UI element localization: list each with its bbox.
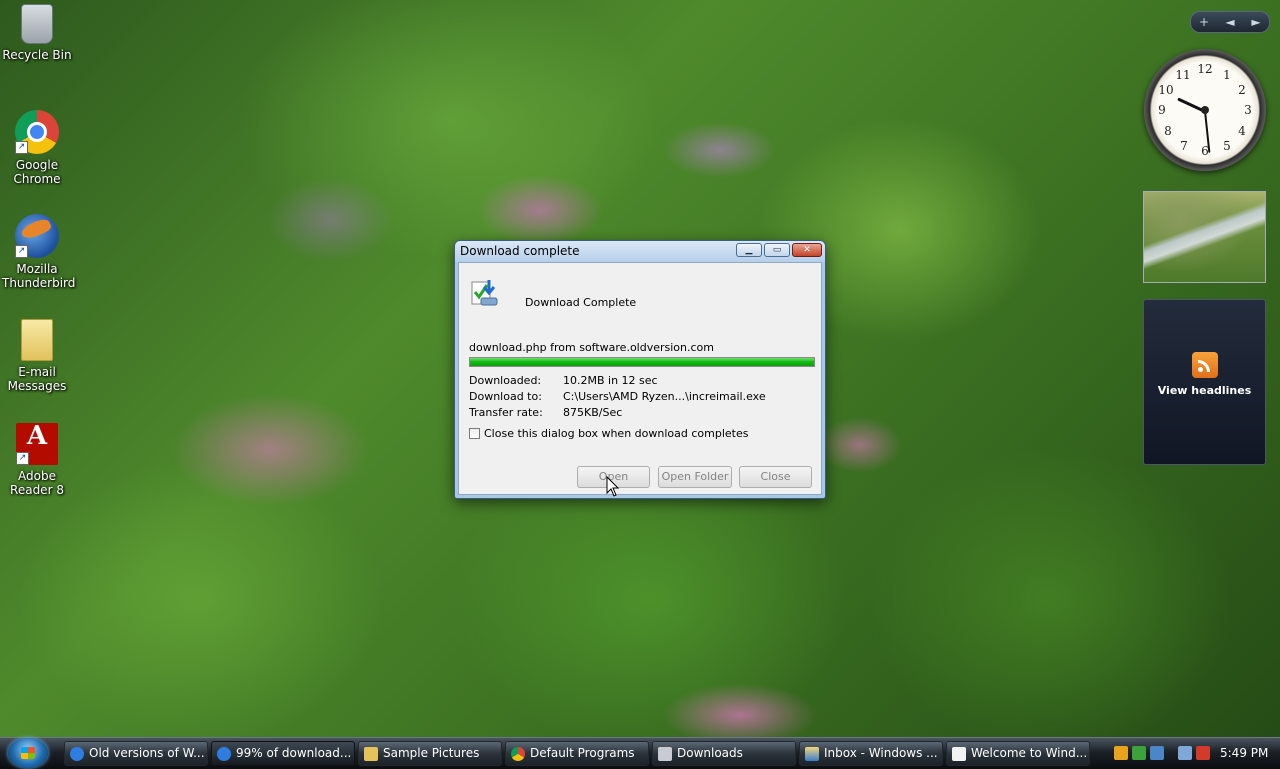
desktop-icon-label: E-mail Messages (7, 365, 67, 393)
taskbar-item[interactable]: Inbox - Windows ... (799, 741, 943, 766)
close-button[interactable]: Close (739, 466, 812, 488)
sidebar-controls: + ◄ ► (1190, 11, 1270, 33)
transfer-rate-label: Transfer rate: (469, 406, 543, 419)
clock-center (1201, 106, 1209, 114)
desktop-icon-google-chrome[interactable]: ↗ Google Chrome (2, 110, 72, 186)
chrome-icon (511, 747, 525, 761)
taskbar-item[interactable]: 99% of download... (211, 741, 355, 766)
minimize-button[interactable]: ▁ (736, 243, 762, 257)
clock-number: 3 (1244, 103, 1252, 117)
taskbar-item[interactable]: Welcome to Wind... (946, 741, 1090, 766)
folder-icon (364, 747, 378, 761)
desktop-icon-label: Mozilla Thunderbird (2, 262, 76, 290)
clock-number: 10 (1158, 83, 1174, 97)
taskbar-item-label: Welcome to Wind... (971, 746, 1088, 760)
desktop-icon-email-messages[interactable]: E-mail Messages (2, 319, 72, 393)
taskbar: Old versions of W... 99% of download... … (0, 737, 1280, 769)
taskbar-item-label: Old versions of W... (89, 746, 205, 760)
taskbar-clock[interactable]: 5:49 PM (1220, 738, 1268, 768)
dialog-body: Download Complete download.php from soft… (458, 262, 822, 495)
desktop-icon-label: Adobe Reader 8 (10, 469, 64, 497)
transfer-rate-row: Transfer rate: 875KB/Sec (469, 406, 622, 419)
download-to-value: C:\Users\AMD Ryzen...\increimail.exe (563, 390, 766, 403)
taskbar-item-label: Downloads (677, 746, 743, 760)
email-folder-icon (21, 319, 53, 361)
taskbar-item[interactable]: Old versions of W... (64, 741, 208, 766)
shortcut-arrow-icon: ↗ (15, 245, 28, 258)
transfer-rate-value: 875KB/Sec (563, 406, 623, 419)
chrome-icon: ↗ (15, 110, 59, 154)
rss-icon (1191, 352, 1218, 378)
download-to-row: Download to: C:\Users\AMD Ryzen...\increi… (469, 390, 766, 403)
ie-icon (70, 747, 84, 761)
downloaded-label: Downloaded: (469, 374, 542, 387)
taskbar-item[interactable]: Sample Pictures (358, 741, 502, 766)
download-complete-icon (471, 280, 498, 306)
taskbar-item-label: Inbox - Windows ... (824, 746, 938, 760)
clock-number: 1 (1223, 68, 1231, 82)
mail-icon (805, 747, 819, 761)
folder-icon (658, 747, 672, 761)
network-icon[interactable] (1178, 746, 1192, 760)
clock-number: 7 (1180, 139, 1188, 153)
checkmark-icon[interactable] (1132, 746, 1146, 760)
clock-number: 8 (1164, 124, 1172, 138)
volume-muted-icon[interactable] (1196, 746, 1210, 760)
desktop-icon-thunderbird[interactable]: ↗ Mozilla Thunderbird (2, 214, 76, 290)
download-heading: Download Complete (525, 296, 637, 309)
download-source: download.php from software.oldversion.co… (469, 341, 714, 354)
thunderbird-icon: ↗ (15, 214, 59, 258)
app-tray-icon[interactable] (1150, 746, 1164, 760)
close-on-complete-checkbox[interactable] (469, 428, 480, 439)
add-gadget-button[interactable]: + (1191, 12, 1217, 32)
mouse-cursor-icon (606, 476, 620, 497)
download-progress-fill (470, 358, 814, 366)
security-shield-icon[interactable] (1114, 746, 1128, 760)
clock-number: 6 (1201, 144, 1209, 158)
feed-headlines-gadget[interactable]: View headlines (1143, 299, 1266, 465)
shortcut-arrow-icon: ↗ (15, 141, 28, 154)
pdf-icon: ↗ (16, 423, 58, 465)
shortcut-arrow-icon: ↗ (16, 452, 29, 465)
dialog-titlebar[interactable]: Download complete ▁ ▭ ✕ (455, 241, 825, 262)
feed-headlines-label[interactable]: View headlines (1144, 384, 1265, 397)
recycle-bin-icon (21, 4, 53, 44)
clock-number: 9 (1158, 103, 1166, 117)
download-progress-bar (469, 357, 815, 367)
previous-page-button[interactable]: ◄ (1217, 12, 1243, 32)
taskbar-item[interactable]: Downloads (652, 741, 796, 766)
clock-number: 11 (1175, 68, 1191, 82)
start-button[interactable] (8, 738, 48, 768)
downloaded-value: 10.2MB in 12 sec (563, 374, 658, 387)
taskbar-item-label: Default Programs (530, 746, 635, 760)
taskbar-item-label: 99% of download... (236, 746, 352, 760)
close-on-complete-option[interactable]: Close this dialog box when download comp… (469, 427, 748, 440)
ie-icon (217, 747, 231, 761)
clock-number: 5 (1223, 139, 1231, 153)
taskbar-item-label: Sample Pictures (383, 746, 480, 760)
dialog-title: Download complete (460, 244, 580, 258)
close-on-complete-label: Close this dialog box when download comp… (484, 427, 749, 440)
download-complete-dialog: Download complete ▁ ▭ ✕ Download Complet… (454, 240, 826, 499)
envelope-icon (952, 747, 966, 761)
desktop-icon-label: Recycle Bin (2, 48, 72, 62)
desktop-icon-label: Google Chrome (13, 158, 61, 186)
desktop-icon-recycle-bin[interactable]: Recycle Bin (2, 4, 72, 62)
clock-number: 4 (1238, 124, 1246, 138)
downloaded-row: Downloaded: 10.2MB in 12 sec (469, 374, 658, 387)
close-window-button[interactable]: ✕ (792, 243, 822, 257)
taskbar-item[interactable]: Default Programs (505, 741, 649, 766)
next-page-button[interactable]: ► (1243, 12, 1269, 32)
slideshow-gadget[interactable] (1143, 191, 1266, 283)
clock-gadget[interactable]: 12 1 2 3 4 5 6 7 8 9 10 11 (1144, 49, 1266, 171)
maximize-button[interactable]: ▭ (764, 243, 790, 257)
download-to-label: Download to: (469, 390, 542, 403)
open-folder-button[interactable]: Open Folder (658, 466, 732, 488)
clock-number: 2 (1238, 83, 1246, 97)
clock-number: 12 (1197, 62, 1213, 76)
desktop-icon-adobe-reader[interactable]: ↗ Adobe Reader 8 (2, 423, 72, 497)
